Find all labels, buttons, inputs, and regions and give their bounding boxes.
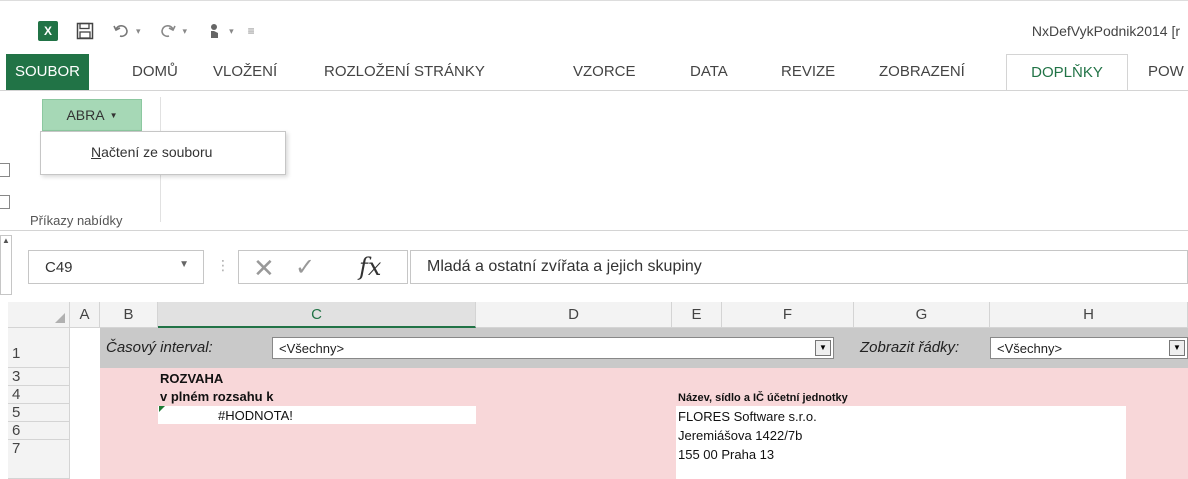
filter-row: Časový interval: <Všechny> ▼ Zobrazit řá… bbox=[100, 328, 1188, 368]
column-header-d[interactable]: D bbox=[476, 302, 672, 328]
rozsah-label: v plném rozsahu k bbox=[160, 389, 274, 404]
collapse-marker bbox=[0, 163, 10, 177]
column-header-a[interactable]: A bbox=[70, 302, 100, 328]
tab-soubor[interactable]: SOUBOR bbox=[6, 54, 90, 90]
save-icon[interactable] bbox=[76, 22, 94, 40]
name-box-value: C49 bbox=[45, 259, 73, 276]
entity-label: Název, sídlo a IČ účetní jednotky bbox=[678, 392, 848, 404]
date-cell[interactable]: #HODNOTA! bbox=[158, 406, 476, 424]
formula-bar: ▲ C49 ▼ ⋮ ✕ ✓ fx Mladá a ostatní zvířata… bbox=[0, 231, 1188, 302]
row-header-7[interactable]: 7 bbox=[8, 440, 70, 479]
redo-dropdown-icon[interactable]: ▾ bbox=[183, 26, 188, 37]
rows-value: <Všechny> bbox=[997, 341, 1063, 356]
entity-box: FLORES Software s.r.o. Jeremiášova 1422/… bbox=[676, 406, 1126, 479]
scroll-handle[interactable]: ▲ bbox=[0, 235, 12, 295]
interval-value: <Všechny> bbox=[279, 341, 345, 356]
undo-dropdown-icon[interactable]: ▾ bbox=[136, 26, 141, 37]
cancel-icon[interactable]: ✕ bbox=[253, 255, 275, 281]
tab-revize[interactable]: REVIZE bbox=[773, 54, 843, 90]
column-header-h[interactable]: H bbox=[990, 302, 1188, 328]
row-header-1[interactable]: 1 bbox=[8, 328, 70, 368]
company-name[interactable]: FLORES Software s.r.o. bbox=[678, 409, 817, 424]
customize-icon[interactable]: ≡ bbox=[248, 24, 255, 38]
collapse-marker bbox=[0, 195, 10, 209]
tab-data[interactable]: DATA bbox=[682, 54, 736, 90]
formula-buttons: ✕ ✓ fx bbox=[238, 250, 408, 284]
hodnota-value: #HODNOTA! bbox=[218, 408, 293, 423]
row-header-5[interactable]: 5 bbox=[8, 404, 70, 422]
column-header-b[interactable]: B bbox=[100, 302, 158, 328]
column-header-e[interactable]: E bbox=[672, 302, 722, 328]
undo-icon[interactable] bbox=[112, 22, 130, 40]
error-indicator-icon bbox=[159, 406, 165, 412]
tab-power[interactable]: POW bbox=[1140, 54, 1188, 90]
redo-icon[interactable] bbox=[159, 22, 177, 40]
rozvaha-title: ROZVAHA bbox=[160, 371, 224, 386]
row-header-3[interactable]: 3 bbox=[8, 368, 70, 386]
row-header-4[interactable]: 4 bbox=[8, 386, 70, 404]
tab-doplnky[interactable]: DOPLŇKY bbox=[1006, 54, 1128, 91]
name-box[interactable]: C49 ▼ bbox=[28, 250, 204, 284]
formula-value: Mladá a ostatní zvířata a jejich skupiny bbox=[427, 258, 702, 275]
tab-vlozeni[interactable]: VLOŽENÍ bbox=[205, 54, 285, 90]
ribbon-body: ABRA ▼ Načtení ze souboru Příkazy nabídk… bbox=[0, 90, 1188, 231]
tab-vzorce[interactable]: VZORCE bbox=[565, 54, 644, 90]
abra-menu-button[interactable]: ABRA ▼ bbox=[42, 99, 142, 131]
chevron-down-icon: ▼ bbox=[109, 110, 118, 120]
chevron-down-icon[interactable]: ▼ bbox=[1169, 340, 1185, 356]
column-header-f[interactable]: F bbox=[722, 302, 854, 328]
interval-combo[interactable]: <Všechny> ▼ bbox=[272, 337, 834, 359]
menu-item-nacteni-ze-souboru[interactable]: Načtení ze souboru bbox=[91, 144, 212, 160]
report-area: ROZVAHA v plném rozsahu k #HODNOTA! Náze… bbox=[100, 368, 1188, 479]
formula-input[interactable]: Mladá a ostatní zvířata a jejich skupiny bbox=[410, 250, 1188, 284]
window-title: NxDefVykPodnik2014 [r bbox=[1031, 23, 1180, 39]
quick-access-toolbar: X ▾ ▾ ▾ ≡ bbox=[38, 21, 255, 41]
rows-label: Zobrazit řádky: bbox=[860, 339, 960, 356]
column-header-c[interactable]: C bbox=[158, 302, 476, 328]
touch-mode-icon[interactable] bbox=[205, 22, 223, 40]
interval-label: Časový interval: bbox=[106, 339, 213, 356]
abra-button-label: ABRA bbox=[66, 107, 105, 123]
company-city[interactable]: 155 00 Praha 13 bbox=[678, 447, 774, 462]
excel-logo-icon[interactable]: X bbox=[38, 21, 58, 41]
more-options-icon: ⋮ bbox=[216, 257, 230, 273]
worksheet-grid: A B C D E F G H 1 3 4 5 6 7 Časový inter… bbox=[0, 302, 1188, 479]
rows-combo[interactable]: <Všechny> ▼ bbox=[990, 337, 1188, 359]
enter-icon[interactable]: ✓ bbox=[295, 255, 315, 281]
tab-zobrazeni[interactable]: ZOBRAZENÍ bbox=[871, 54, 973, 90]
chevron-down-icon[interactable]: ▼ bbox=[815, 340, 831, 356]
group-label: Příkazy nabídky bbox=[30, 213, 123, 228]
tab-domu[interactable]: DOMŮ bbox=[124, 54, 186, 90]
insert-function-icon[interactable]: fx bbox=[359, 253, 381, 281]
company-street[interactable]: Jeremiášova 1422/7b bbox=[678, 428, 802, 443]
chevron-down-icon[interactable]: ▼ bbox=[179, 259, 189, 270]
title-bar: X ▾ ▾ ▾ ≡ NxDefVykPodnik2014 [r bbox=[0, 0, 1188, 54]
row-header-6[interactable]: 6 bbox=[8, 422, 70, 440]
ribbon-tabs: SOUBOR DOMŮ VLOŽENÍ ROZLOŽENÍ STRÁNKY VZ… bbox=[0, 54, 1188, 91]
abra-dropdown-menu: Načtení ze souboru bbox=[40, 131, 286, 175]
column-header-g[interactable]: G bbox=[854, 302, 990, 328]
select-all-corner[interactable] bbox=[8, 302, 70, 328]
touch-dropdown-icon[interactable]: ▾ bbox=[229, 26, 234, 37]
tab-rozlozeni-stranky[interactable]: ROZLOŽENÍ STRÁNKY bbox=[316, 54, 493, 90]
